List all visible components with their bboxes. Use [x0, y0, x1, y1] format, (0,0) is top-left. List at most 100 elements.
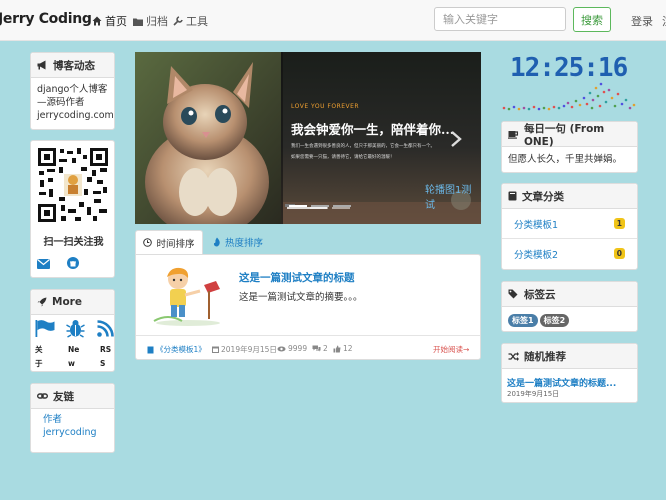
more-item-about-line2: 于 — [35, 359, 43, 368]
category-item-1-count: 1 — [613, 218, 625, 229]
article-date: 2019年9月15日 — [212, 344, 277, 355]
article-views: 9999 — [277, 344, 307, 353]
shuffle-icon — [508, 351, 519, 361]
more-item-new-line2: w — [68, 359, 75, 368]
navbar: Jerry Coding 首页 归档 工具 搜索 登录 注 — [0, 0, 666, 41]
friend-link-author[interactable]: 作者 — [43, 413, 114, 426]
article-comments[interactable]: 2 — [312, 344, 328, 353]
more-item-rss-line2: S — [100, 359, 106, 368]
friend-link-jerrycoding[interactable]: jerrycoding — [43, 426, 114, 439]
tab-hot-sort-label: 热度排序 — [225, 238, 264, 249]
flag-icon[interactable] — [35, 320, 55, 337]
tab-hot-sort[interactable]: 热度排序 — [213, 230, 263, 254]
read-more-link[interactable]: 开始阅读→ — [433, 344, 469, 355]
wrench-icon — [173, 16, 183, 26]
fire-icon — [213, 237, 220, 247]
carousel-subtitle: LOVE YOU FOREVER — [291, 103, 360, 110]
register-link[interactable]: 注 — [662, 13, 666, 29]
article-date-label: 2019年9月15日 — [221, 345, 277, 354]
categories-title: 文章分类 — [522, 190, 564, 203]
qr-caption: 扫一扫关注我 — [43, 237, 104, 248]
bullhorn-icon — [37, 60, 46, 70]
carousel-caption: 轮播图1测试 — [425, 185, 472, 211]
more-card: More 关于 Ne w RS S — [30, 289, 115, 372]
login-link[interactable]: 登录 — [631, 13, 653, 29]
bug-icon[interactable] — [66, 319, 85, 338]
more-item-rss-line1: RS — [100, 345, 112, 354]
one-quote-header: 每日一句 (From ONE) — [502, 122, 637, 148]
qr-card: 扫一扫关注我 — [30, 140, 115, 278]
random-post-title[interactable]: 这是一篇测试文章的标题... — [507, 376, 616, 389]
friends-card: 友链 作者 jerrycoding — [30, 383, 115, 453]
tag-item-2[interactable]: 标签2 — [539, 314, 570, 327]
email-icon[interactable] — [37, 259, 50, 269]
link-icon — [37, 393, 48, 399]
blog-news-title: 博客动态 — [53, 59, 95, 72]
article-likes-label: 12 — [343, 344, 353, 353]
article-category[interactable]: 《分类模板1》 — [147, 344, 206, 355]
tag-cloud-card: 标签云 标签1 标签2 — [501, 281, 638, 332]
github-icon[interactable] — [67, 257, 79, 269]
tag-item-1[interactable]: 标签1 — [508, 314, 538, 327]
nav-home[interactable]: 首页 — [92, 13, 127, 29]
one-quote-title: 每日一句 (From ONE) — [523, 122, 605, 148]
article-likes[interactable]: 12 — [333, 344, 353, 353]
article-comments-label: 2 — [323, 344, 328, 353]
carousel-indicator-3[interactable] — [333, 205, 351, 207]
nav-tools-label: 工具 — [186, 15, 208, 28]
blog-news-site: jerrycoding.com — [37, 110, 114, 121]
search-button[interactable]: 搜索 — [573, 7, 611, 32]
carousel[interactable]: LOVE YOU FOREVER 我会钟爱你一生，陪伴着你... 我们一生会遇到… — [135, 52, 481, 224]
tags-icon — [508, 289, 518, 299]
more-item-new[interactable]: Ne w — [68, 343, 79, 371]
tab-time-sort[interactable]: 时间排序 — [135, 230, 203, 254]
category-item-2[interactable]: 分类模板2 0 — [502, 239, 637, 268]
tag-cloud-header: 标签云 — [502, 282, 637, 307]
article-summary: 这是一篇测试文章的摘要。。。 — [239, 292, 363, 303]
rocket-icon — [37, 297, 47, 307]
folder-icon — [133, 18, 143, 26]
clock-particles — [502, 82, 636, 111]
friends-title: 友链 — [53, 390, 74, 403]
nav-archive-label: 归档 — [146, 15, 168, 28]
article-divider — [136, 335, 480, 336]
more-item-about-line1: 关 — [35, 345, 43, 354]
nav-tools[interactable]: 工具 — [173, 13, 208, 29]
carousel-body-1: 我们一生会遇到很多善良的人，但只于那美丽的，它会一生都只有一个。 — [291, 144, 435, 149]
brand-logo[interactable]: Jerry Coding — [0, 11, 92, 27]
carousel-body-2: 如果您需要一只猫，请善待它，请给它最好的温暖！ — [291, 155, 395, 160]
thumbs-up-icon — [333, 345, 341, 352]
article-thumbnail[interactable] — [148, 265, 228, 327]
random-post-date: 2019年9月15日 — [507, 390, 560, 398]
friends-header: 友链 — [31, 384, 114, 409]
home-icon — [92, 16, 102, 26]
clock-icon — [143, 238, 153, 247]
tab-time-sort-label: 时间排序 — [156, 238, 195, 250]
more-item-about[interactable]: 关于 — [35, 343, 43, 371]
comments-icon — [312, 345, 321, 352]
chevron-right-icon[interactable] — [450, 130, 462, 148]
nav-archive[interactable]: 归档 — [133, 13, 168, 29]
rss-icon[interactable] — [97, 320, 114, 337]
category-item-1[interactable]: 分类模板1 1 — [502, 209, 637, 239]
tag-cloud-title: 标签云 — [524, 288, 556, 301]
carousel-indicator-2[interactable] — [311, 205, 329, 207]
category-item-1-name: 分类模板1 — [514, 219, 559, 231]
qr-code-icon — [37, 147, 109, 223]
more-title: More — [52, 296, 82, 308]
blog-news-header: 博客动态 — [31, 53, 114, 78]
random-header: 随机推荐 — [502, 344, 637, 369]
carousel-indicator-1[interactable] — [289, 205, 307, 207]
article-views-label: 9999 — [288, 344, 308, 353]
one-quote-text: 但愿人长久，千里共婵娟。 — [508, 154, 623, 165]
random-card: 随机推荐 这是一篇测试文章的标题... 2019年9月15日 — [501, 343, 638, 403]
eye-icon — [277, 346, 286, 351]
book-icon — [147, 346, 154, 353]
coffee-icon — [508, 130, 519, 139]
more-item-rss[interactable]: RS S — [100, 343, 111, 371]
article-category-label: 《分类模板1》 — [156, 345, 206, 354]
search-input[interactable] — [434, 7, 566, 31]
category-item-2-count: 0 — [613, 248, 625, 259]
article-title[interactable]: 这是一篇测试文章的标题 — [239, 270, 355, 285]
blog-news-card: 博客动态 django个人博客—源码作者 jerrycoding.com — [30, 52, 115, 130]
